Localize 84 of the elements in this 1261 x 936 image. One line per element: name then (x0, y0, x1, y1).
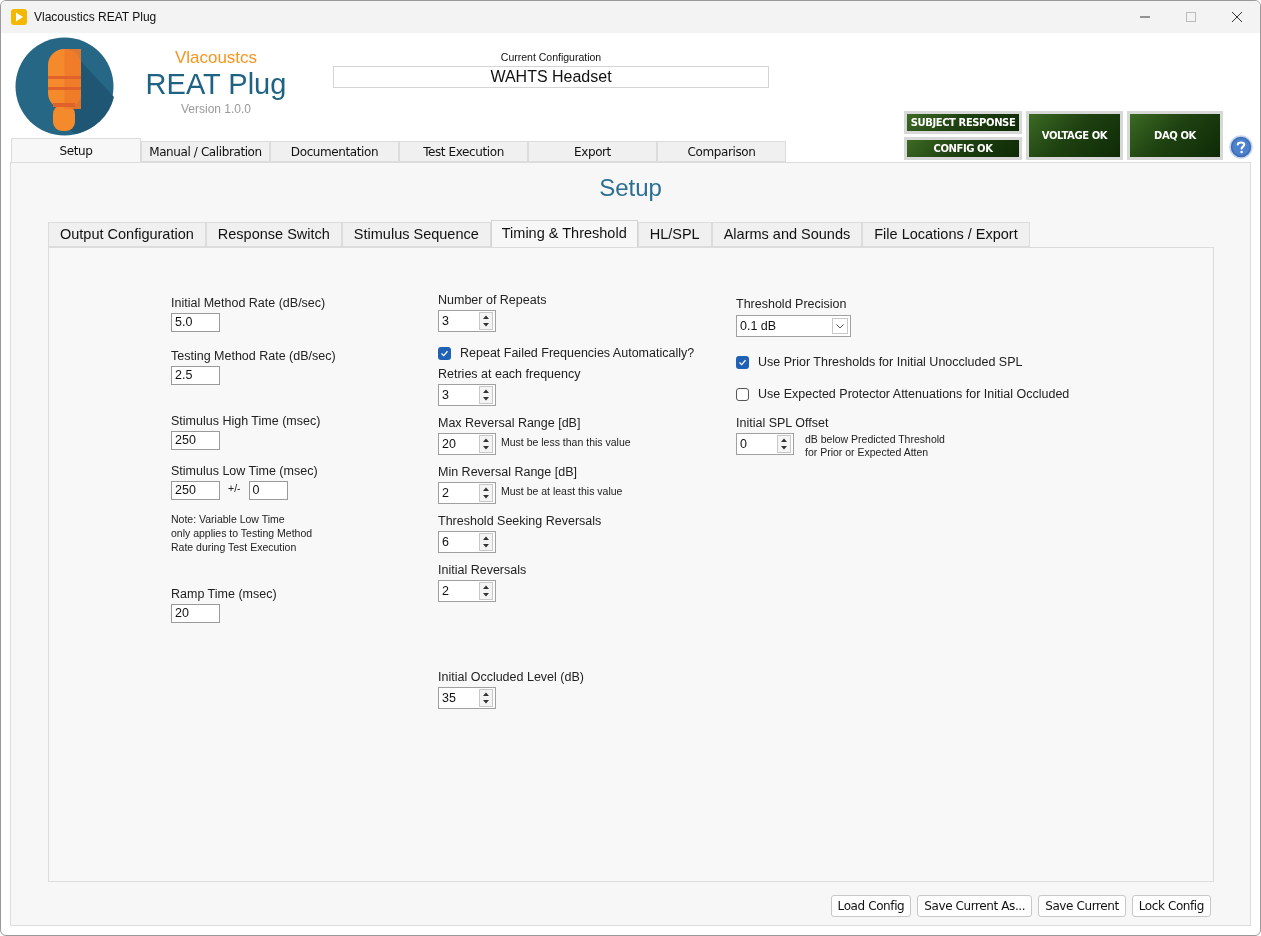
field-label: Min Reversal Range [dB] (438, 465, 577, 480)
text-field[interactable]: 250 (171, 481, 220, 500)
field-label: Threshold Precision (736, 297, 847, 312)
number-spinner[interactable]: 2 (438, 482, 496, 504)
checkbox-label: Repeat Failed Frequencies Automatically? (460, 344, 695, 362)
action-button[interactable]: Lock Config (1131, 895, 1211, 917)
note-text: Note: Variable Low Time only applies to Testing Method Rate during Test Execution (171, 512, 314, 554)
checkbox-label: Use Expected Protector Attenuations for Initial Occluded (758, 385, 1070, 403)
up-down-arrows-icon (479, 533, 493, 551)
config-label: Current Configuration (500, 51, 602, 64)
checkbox[interactable] (736, 387, 749, 401)
field-label: Initial SPL Offset (736, 416, 829, 431)
main-tab[interactable]: Export (528, 141, 657, 162)
main-tab[interactable]: Setup (11, 138, 141, 162)
checkmark-icon (440, 348, 449, 358)
up-down-arrows-icon (479, 435, 493, 453)
close-icon (1232, 12, 1242, 22)
maximize-icon (1186, 12, 1196, 22)
action-button[interactable]: Save Current As... (917, 895, 1033, 917)
main-tab[interactable]: Comparison (657, 141, 786, 162)
window-title: Vlacoustics REAT Plug (34, 9, 157, 26)
up-down-arrows-icon (479, 312, 493, 330)
field-label: Initial Occluded Level (dB) (438, 670, 584, 685)
field-label: Stimulus Low Time (msec) (171, 464, 318, 479)
checkbox-label: Use Prior Thresholds for Initial Unoccluded SPL (758, 353, 1023, 371)
field-label: Threshold Seeking Reversals (438, 514, 602, 529)
status-indicator: VOLTAGE OK (1026, 111, 1123, 160)
version-text: Version 1.0.0 (180, 101, 252, 117)
field-label: Number of Repeats (438, 293, 547, 308)
text-field[interactable]: 250 (171, 431, 220, 450)
up-down-arrows-icon (777, 435, 791, 453)
company-name: Vlacoustcs (174, 48, 258, 68)
sub-tab[interactable]: File Locations / Export (862, 222, 1030, 247)
up-down-arrows-icon (479, 689, 493, 707)
field-label: Initial Method Rate (dB/sec) (171, 296, 326, 311)
number-spinner[interactable]: 35 (438, 687, 496, 709)
field-label: Max Reversal Range [dB] (438, 416, 581, 431)
up-down-arrows-icon (479, 484, 493, 502)
text-field[interactable]: 5.0 (171, 313, 220, 332)
number-spinner[interactable]: 6 (438, 531, 496, 553)
sub-tab[interactable]: HL/SPL (637, 222, 712, 247)
field-label: Initial Reversals (438, 563, 527, 578)
field-label: Stimulus High Time (msec) (171, 414, 321, 429)
main-tab[interactable]: Manual / Calibration (141, 141, 270, 162)
main-tab[interactable]: Test Execution (399, 141, 528, 162)
sub-tab[interactable]: Alarms and Sounds (711, 222, 863, 247)
text-field[interactable]: 0 (248, 481, 288, 500)
dropdown[interactable]: 0.1 dB (736, 315, 851, 337)
status-indicator: CONFIG OK (904, 137, 1022, 160)
status-indicator: DAQ OK (1127, 111, 1223, 160)
text-field[interactable]: 20 (171, 604, 220, 623)
hint-text: Must be less than this value (501, 436, 631, 449)
sub-tab[interactable]: Response Switch (205, 222, 342, 247)
hint-text: dB below Predicted Threshold for Prior or Expected Atten (805, 433, 945, 459)
checkbox[interactable] (438, 346, 451, 360)
hint-text: Must be at least this value (501, 485, 623, 498)
action-button[interactable]: Save Current (1038, 895, 1126, 917)
field-label: Testing Method Rate (dB/sec) (171, 349, 336, 364)
field-label: Retries at each frequency (438, 367, 581, 382)
checkbox[interactable] (736, 355, 749, 369)
checkmark-icon (738, 357, 747, 367)
up-down-arrows-icon (479, 386, 493, 404)
plus-minus-label: +/- (228, 482, 241, 495)
product-name: REAT Plug (145, 68, 287, 100)
number-spinner[interactable]: 20 (438, 433, 496, 455)
text-field[interactable]: 2.5 (171, 366, 220, 385)
logo-icon (15, 37, 114, 136)
number-spinner[interactable]: 0 (736, 433, 794, 455)
sub-tab[interactable]: Output Configuration (48, 222, 206, 247)
up-down-arrows-icon (479, 582, 493, 600)
app-icon (11, 9, 27, 25)
main-tab[interactable]: Documentation (270, 141, 399, 162)
help-icon[interactable] (1229, 135, 1253, 159)
number-spinner[interactable]: 3 (438, 384, 496, 406)
status-indicator: SUBJECT RESPONSE (904, 111, 1022, 134)
number-spinner[interactable]: 2 (438, 580, 496, 602)
action-button[interactable]: Load Config (830, 895, 912, 917)
chevron-down-icon (832, 318, 848, 334)
sub-tab[interactable]: Timing & Threshold (490, 220, 638, 247)
page-title: Setup (599, 174, 662, 202)
field-label: Ramp Time (msec) (171, 587, 277, 602)
config-field[interactable]: WAHTS Headset (333, 66, 769, 88)
sub-tab[interactable]: Stimulus Sequence (341, 222, 491, 247)
number-spinner[interactable]: 3 (438, 310, 496, 332)
